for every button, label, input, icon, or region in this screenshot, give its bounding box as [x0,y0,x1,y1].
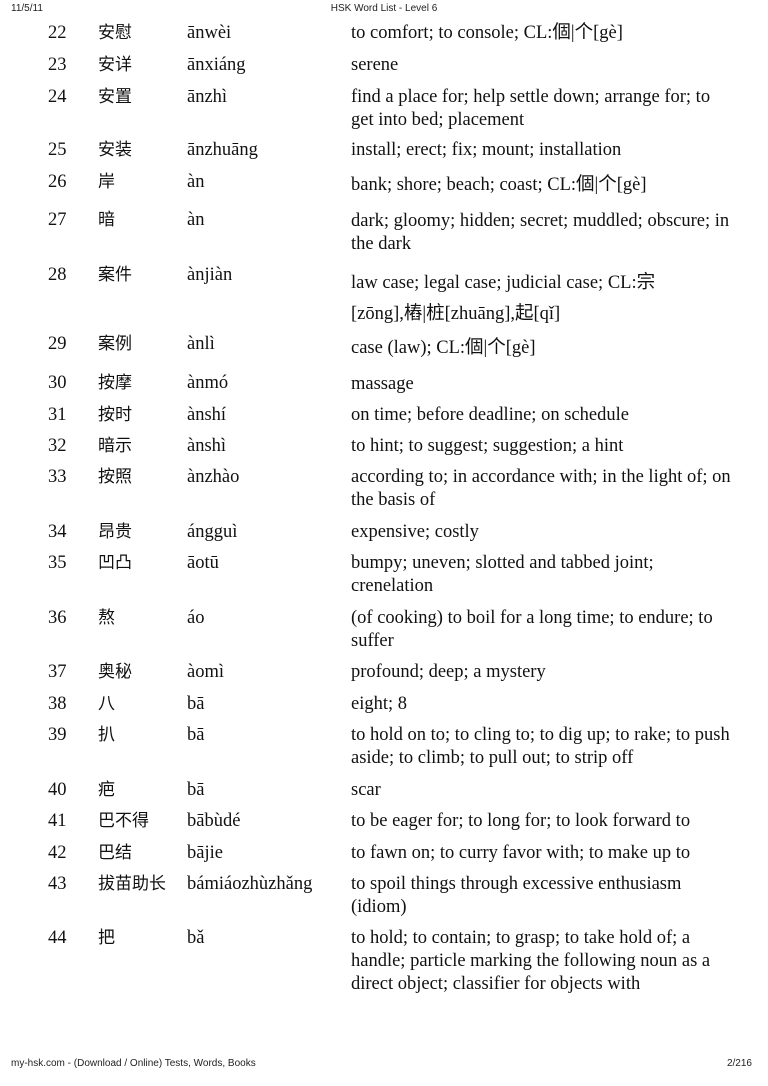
entry-definition: (of cooking) to boil for a long time; to… [351,608,713,651]
entry-definition: find a place for; help settle down; arra… [351,87,711,130]
entry-hanzi: 巴不得 [98,811,149,831]
entry-hanzi: 八 [98,694,115,714]
entry-definition: profound; deep; a mystery [351,662,546,682]
document-title: HSK Word List - Level 6 [330,3,438,14]
entry-hanzi: 凹凸 [98,553,132,573]
entry-definition: to hint; to suggest; suggestion; a hint [351,436,624,456]
entry-definition: to fawn on; to curry favor with; to make… [351,843,691,863]
entry-number: 41 [48,811,67,831]
entry-number: 29 [48,334,67,354]
entry-hanzi: 案例 [98,334,132,354]
entry-number: 22 [48,23,67,43]
entry-number: 31 [48,405,67,425]
entry-hanzi: 熬 [98,608,115,628]
entry-hanzi: 按时 [98,405,132,425]
entry-number: 28 [48,265,67,285]
entry-definition: according to; in accordance with; in the… [351,467,731,510]
entry-hanzi: 按照 [98,467,132,487]
entry-definition: expensive; costly [351,522,479,542]
entry-number: 43 [48,874,67,894]
entry-definition: massage [351,374,414,394]
entry-number: 37 [48,662,67,682]
entry-number: 24 [48,87,67,107]
entry-hanzi: 拔苗助长 [98,874,166,894]
entry-pinyin: bā [187,694,205,714]
entry-pinyin: ānxiáng [187,55,246,75]
entry-definition: to spoil things through excessive enthus… [351,874,682,917]
entry-number: 25 [48,140,67,160]
entry-definition: install; erect; fix; mount; installation [351,140,622,160]
entry-hanzi: 安详 [98,55,132,75]
entry-definition: bank; shore; beach; coast; CL:個|个[gè] [351,175,647,195]
entry-number: 26 [48,172,67,192]
footer-source: my-hsk.com - (Download / Online) Tests, … [11,1058,256,1069]
entry-definition: to comfort; to console; CL:個|个[gè] [351,23,623,43]
entry-pinyin: ànjiàn [187,265,233,285]
entry-number: 35 [48,553,67,573]
entry-number: 38 [48,694,67,714]
entry-hanzi: 疤 [98,780,115,800]
entry-number: 33 [48,467,67,487]
entry-hanzi: 案件 [98,265,132,285]
entry-pinyin: bā [187,780,205,800]
entry-definition: to be eager for; to long for; to look fo… [351,811,691,831]
entry-pinyin: ānzhì [187,87,228,107]
entry-hanzi: 巴结 [98,843,132,863]
entry-hanzi: 暗 [98,210,115,230]
page-number: 2/216 [726,1058,752,1069]
entry-definition: eight; 8 [351,694,408,714]
entry-pinyin: ānzhuāng [187,140,258,160]
entry-number: 40 [48,780,67,800]
entry-number: 34 [48,522,67,542]
entry-number: 27 [48,210,67,230]
entry-pinyin: ānwèi [187,23,232,43]
entry-hanzi: 安装 [98,140,132,160]
entry-pinyin: àn [187,210,205,230]
entry-pinyin: ànzhào [187,467,240,487]
entry-hanzi: 岸 [98,172,115,192]
entry-pinyin: bámiáozhùzhǎng [187,874,313,894]
entry-hanzi: 安慰 [98,23,132,43]
entry-hanzi: 昂贵 [98,522,132,542]
entry-number: 23 [48,55,67,75]
entry-number: 44 [48,928,67,948]
entry-definition: dark; gloomy; hidden; secret; muddled; o… [351,211,730,254]
entry-hanzi: 奥秘 [98,662,132,682]
entry-number: 39 [48,725,67,745]
entry-number: 32 [48,436,67,456]
entry-pinyin: bā [187,725,205,745]
entry-pinyin: ànshì [187,436,227,456]
entry-hanzi: 按摩 [98,373,132,393]
page-header: 11/5/11 HSK Word List - Level 6 [0,3,768,17]
entry-pinyin: bǎ [187,928,205,948]
entry-pinyin: áo [187,608,205,628]
entry-definition: to hold on to; to cling to; to dig up; t… [351,725,730,768]
entry-definition: scar [351,780,381,800]
entry-pinyin: āotū [187,553,219,573]
entry-number: 42 [48,843,67,863]
entry-pinyin: àn [187,172,205,192]
entry-hanzi: 安置 [98,87,132,107]
entry-hanzi: 暗示 [98,436,132,456]
entry-number: 36 [48,608,67,628]
page-footer: my-hsk.com - (Download / Online) Tests, … [0,1058,768,1072]
entry-pinyin: ànmó [187,373,229,393]
entry-pinyin: ànshí [187,405,227,425]
entry-number: 30 [48,373,67,393]
entry-definition: law case; legal case; judicial case; CL:… [351,273,656,324]
entry-definition: serene [351,55,399,75]
entry-hanzi: 扒 [98,725,115,745]
entry-definition: case (law); CL:個|个[gè] [351,338,536,358]
entry-pinyin: bājie [187,843,223,863]
entry-hanzi: 把 [98,928,115,948]
entry-pinyin: àomì [187,662,224,682]
entry-definition: bumpy; uneven; slotted and tabbed joint;… [351,553,654,596]
entry-pinyin: ànlì [187,334,215,354]
entry-definition: on time; before deadline; on schedule [351,405,629,425]
entry-definition: to hold; to contain; to grasp; to take h… [351,928,711,994]
entry-pinyin: bābùdé [187,811,241,831]
entry-pinyin: ángguì [187,522,238,542]
